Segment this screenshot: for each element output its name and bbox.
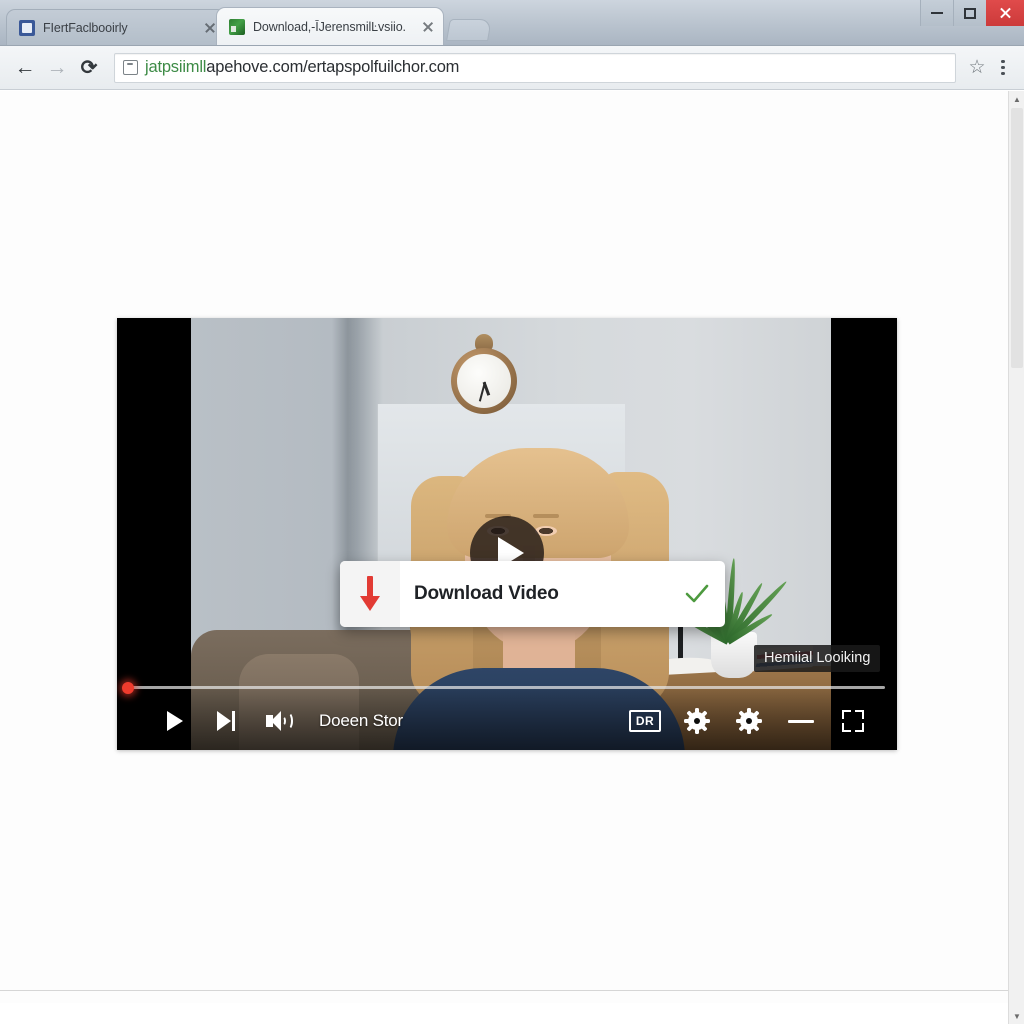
scroll-down-arrow-icon[interactable]: ▼ <box>1009 1008 1024 1024</box>
minimize-player-button[interactable] <box>775 699 827 743</box>
volume-button[interactable] <box>253 699 305 743</box>
play-button[interactable] <box>149 699 201 743</box>
page-viewport: Download Video Hemiial Looiking Doeen St… <box>0 91 1024 1024</box>
browser-menu-icon[interactable] <box>992 53 1014 83</box>
gear-icon <box>736 708 762 734</box>
scroll-up-arrow-icon[interactable]: ▲ <box>1009 91 1024 107</box>
reload-icon[interactable]: ⟳ <box>74 53 104 83</box>
bookmark-star-icon[interactable]: ☆ <box>964 53 990 83</box>
dash-icon <box>788 719 814 723</box>
url-rest-part: apehove.com/ertapspolfuilchor.com <box>206 58 460 76</box>
video-player[interactable]: Download Video Hemiial Looiking Doeen St… <box>117 318 897 750</box>
progress-bar[interactable] <box>122 681 885 694</box>
play-icon <box>167 711 183 731</box>
player-title: Doeen Stor <box>319 711 403 730</box>
quality-badge-button[interactable]: DR <box>619 699 671 743</box>
player-controls: Doeen Stor DR <box>117 681 897 750</box>
player-tooltip: Hemiial Looiking <box>754 645 881 672</box>
url-text: jatpsiimllapehove.com/ertapspolfuilchor.… <box>145 58 459 77</box>
gear-icon <box>684 708 710 734</box>
page-info-icon[interactable] <box>123 60 138 75</box>
controls-row: Doeen Stor DR <box>117 692 897 750</box>
url-secure-part: jatpsiimll <box>145 58 207 76</box>
tab-close-icon[interactable] <box>421 20 435 34</box>
browser-tab-download[interactable]: Download,-ĪJerensmilĿvsiio. <box>216 7 444 45</box>
page-divider <box>0 990 1008 991</box>
next-track-icon <box>217 711 237 731</box>
fullscreen-icon <box>842 710 864 732</box>
tab-title: FIertFaclbooirly <box>43 20 128 35</box>
settings-button[interactable] <box>671 699 723 743</box>
maximize-button[interactable] <box>953 0 986 26</box>
forward-arrow-icon[interactable]: → <box>42 53 72 83</box>
window-controls <box>920 0 1024 26</box>
next-button[interactable] <box>201 699 253 743</box>
facebook-favicon-icon <box>19 19 35 36</box>
volume-icon <box>266 711 293 731</box>
controls-left-group: Doeen Stor <box>117 699 403 743</box>
controls-right-group: DR <box>619 699 897 743</box>
browser-tab-facebook[interactable]: FIertFaclbooirly <box>6 9 226 45</box>
tab-close-icon[interactable] <box>203 21 217 35</box>
tab-title: Download,-ĪJerensmilĿvsiio. <box>253 19 406 34</box>
scrollbar-thumb[interactable] <box>1011 108 1023 368</box>
download-video-dialog[interactable]: Download Video <box>340 561 725 627</box>
address-bar[interactable]: jatpsiimllapehove.com/ertapspolfuilchor.… <box>114 52 956 83</box>
tab-strip: FIertFaclbooirly Download,-ĪJerensmilĿvs… <box>6 0 492 45</box>
check-icon[interactable] <box>669 579 725 609</box>
browser-window: FIertFaclbooirly Download,-ĪJerensmilĿvs… <box>0 0 1024 1024</box>
new-tab-button[interactable] <box>446 19 492 41</box>
fullscreen-button[interactable] <box>827 699 879 743</box>
download-favicon-icon <box>229 18 245 35</box>
wall-clock-icon <box>449 334 519 414</box>
page-scrollbar[interactable]: ▲ ▼ <box>1008 91 1024 1024</box>
minimize-button[interactable] <box>920 0 953 26</box>
download-dialog-title: Download Video <box>414 583 559 604</box>
title-bar: FIertFaclbooirly Download,-ĪJerensmilĿvs… <box>0 0 1024 46</box>
download-arrow-icon <box>340 561 400 627</box>
browser-toolbar: ← → ⟳ jatpsiimllapehove.com/ertapspolfui… <box>0 46 1024 90</box>
settings-alt-button[interactable] <box>723 699 775 743</box>
page-content: Download Video Hemiial Looiking Doeen St… <box>0 91 1008 1003</box>
close-button[interactable] <box>986 0 1024 26</box>
back-arrow-icon[interactable]: ← <box>10 53 40 83</box>
quality-badge: DR <box>628 710 662 732</box>
